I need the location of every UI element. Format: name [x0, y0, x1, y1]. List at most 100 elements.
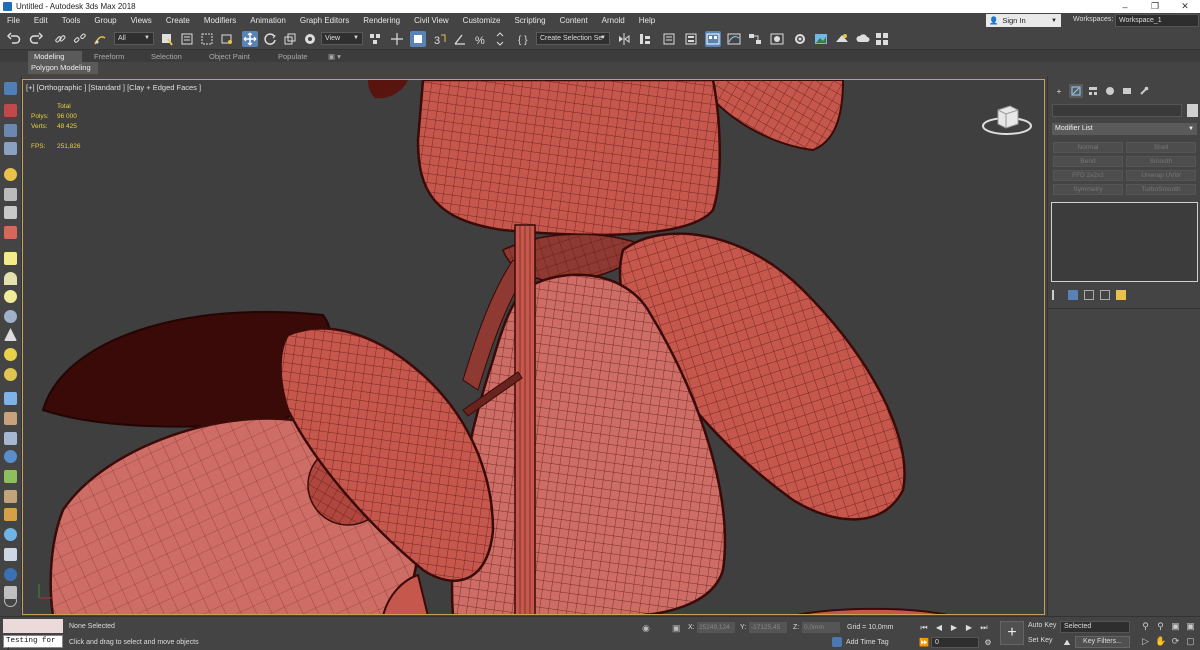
menu-edit[interactable]: Edit — [27, 16, 55, 25]
text-icon[interactable] — [4, 548, 17, 561]
pivot-center-icon[interactable] — [367, 31, 383, 47]
y-coord-field[interactable]: -17125,45 — [749, 622, 787, 633]
table-icon[interactable] — [4, 142, 17, 155]
key-mode-icon[interactable]: ⏩ — [918, 637, 930, 648]
modify-tab-icon[interactable] — [1069, 84, 1083, 98]
motion-tab-icon[interactable] — [1103, 84, 1117, 98]
isolate-selection-icon[interactable]: ◉ — [642, 623, 650, 634]
zoom-extents-icon[interactable]: ▣ — [1170, 621, 1181, 632]
modifier-list-select[interactable]: Modifier List ▼ — [1052, 123, 1197, 135]
render-setup-icon[interactable] — [792, 31, 808, 47]
minimize-icon[interactable]: – — [1110, 0, 1140, 13]
torus-icon[interactable] — [4, 310, 17, 323]
modifier-smooth-button[interactable]: Smooth — [1126, 156, 1196, 167]
omni-light-icon[interactable] — [4, 368, 17, 381]
modifier-ffd-button[interactable]: FFD 2x2x2 — [1053, 170, 1123, 181]
curve-editor-icon[interactable] — [726, 31, 742, 47]
select-object-icon[interactable] — [159, 31, 175, 47]
display-tab-icon[interactable] — [1120, 84, 1134, 98]
camera-icon[interactable] — [4, 188, 17, 201]
materials-icon[interactable] — [4, 508, 17, 521]
menu-rendering[interactable]: Rendering — [356, 16, 407, 25]
align-icon[interactable] — [637, 31, 653, 47]
mirror-icon[interactable] — [616, 31, 632, 47]
set-key-big-button[interactable]: + — [1000, 621, 1024, 645]
menu-civil-view[interactable]: Civil View — [407, 16, 456, 25]
auto-key-button[interactable]: Auto Key — [1028, 622, 1056, 629]
ribbon-options-icon[interactable]: ▣ ▾ — [322, 51, 347, 62]
field-of-view-icon[interactable]: ▷ — [1140, 636, 1151, 647]
absolute-mode-icon[interactable]: ▣ — [672, 623, 681, 634]
remove-modifier-icon[interactable] — [1100, 290, 1110, 300]
play-icon[interactable]: ▶ — [948, 622, 960, 633]
default-in-out-tangent-icon[interactable]: ⛰ — [1061, 637, 1073, 648]
percent-snap-icon[interactable]: % — [472, 31, 488, 47]
redo-icon[interactable] — [28, 31, 44, 47]
select-and-scale-icon[interactable] — [282, 31, 298, 47]
select-and-place-icon[interactable] — [302, 31, 318, 47]
panel-polygon-modeling[interactable]: Polygon Modeling — [28, 62, 98, 74]
object-name-field[interactable] — [1052, 104, 1182, 117]
cone-icon[interactable] — [4, 328, 17, 341]
particle-icon[interactable] — [4, 392, 17, 405]
toggle-icon[interactable] — [4, 568, 17, 581]
box-icon[interactable] — [4, 252, 17, 265]
pan-view-icon[interactable]: ✋ — [1155, 636, 1166, 647]
menu-animation[interactable]: Animation — [243, 16, 293, 25]
sign-in-button[interactable]: 👤 Sign In ▼ — [986, 14, 1061, 27]
menu-create[interactable]: Create — [159, 16, 197, 25]
modifier-shell-button[interactable]: Shell — [1126, 142, 1196, 153]
systems-icon[interactable] — [4, 226, 17, 239]
menu-scripting[interactable]: Scripting — [507, 16, 552, 25]
tab-modeling[interactable]: Modeling — [28, 51, 82, 62]
tab-populate[interactable]: Populate — [272, 51, 314, 62]
modifier-turbosmooth-button[interactable]: TurboSmooth — [1126, 184, 1196, 195]
menu-graph-editors[interactable]: Graph Editors — [293, 16, 356, 25]
sun-icon[interactable] — [4, 348, 17, 361]
menu-content[interactable]: Content — [553, 16, 595, 25]
viewport-layout-icon[interactable] — [4, 82, 17, 95]
globe-icon[interactable] — [4, 450, 17, 463]
render-shortcuts-icon[interactable] — [874, 31, 890, 47]
viewport-label[interactable]: [+] [Orthographic ] [Standard ] [Clay + … — [26, 83, 201, 92]
select-by-name-icon[interactable] — [179, 31, 195, 47]
zoom-all-icon[interactable]: ⚲ — [1155, 621, 1166, 632]
set-key-button[interactable]: Set Key — [1028, 637, 1053, 644]
make-unique-icon[interactable] — [1084, 290, 1094, 300]
go-to-start-icon[interactable]: ⏮ — [918, 622, 930, 633]
zoom-extents-all-icon[interactable]: ▣ — [1185, 621, 1196, 632]
select-and-move-icon[interactable] — [242, 31, 258, 47]
configure-modifier-sets-icon[interactable] — [1116, 290, 1126, 300]
command-icon[interactable] — [4, 104, 17, 117]
hierarchy-tab-icon[interactable] — [1086, 84, 1100, 98]
menu-customize[interactable]: Customize — [456, 16, 508, 25]
go-to-end-icon[interactable]: ⏭ — [978, 622, 990, 633]
material-editor-icon[interactable] — [769, 31, 785, 47]
bind-space-warp-icon[interactable] — [92, 31, 108, 47]
next-frame-icon[interactable]: ▶ — [963, 622, 975, 633]
utilities-tab-icon[interactable] — [1137, 84, 1151, 98]
x-coord-field[interactable]: 25249,124 — [697, 622, 735, 633]
modifier-bend-button[interactable]: Bend — [1053, 156, 1123, 167]
tab-freeform[interactable]: Freeform — [88, 51, 130, 62]
menu-arnold[interactable]: Arnold — [595, 16, 632, 25]
modifier-unwrap-button[interactable]: Unwrap UVW — [1126, 170, 1196, 181]
previous-frame-icon[interactable]: ◀ — [933, 622, 945, 633]
workspace-select[interactable]: Workspace_1 — [1115, 14, 1199, 27]
toggle-ribbon-icon[interactable] — [705, 31, 721, 47]
edit-named-selection-icon[interactable]: { } — [516, 31, 532, 47]
menu-group[interactable]: Group — [87, 16, 123, 25]
display-icon[interactable] — [4, 124, 17, 137]
menu-tools[interactable]: Tools — [55, 16, 88, 25]
spinner-snap-icon[interactable] — [492, 31, 508, 47]
orbit-icon[interactable]: ⟳ — [1170, 636, 1181, 647]
schematic-view-icon[interactable] — [747, 31, 763, 47]
z-coord-field[interactable]: 0,0mm — [802, 622, 840, 633]
angle-snap-icon[interactable] — [452, 31, 468, 47]
pin-stack-icon[interactable] — [1052, 290, 1062, 300]
select-and-rotate-icon[interactable] — [262, 31, 278, 47]
render-in-cloud-icon[interactable] — [855, 31, 871, 47]
maxscript-mini-listener-input[interactable]: Testing for i — [3, 635, 63, 650]
menu-help[interactable]: Help — [632, 16, 662, 25]
help-icon[interactable] — [4, 594, 17, 607]
